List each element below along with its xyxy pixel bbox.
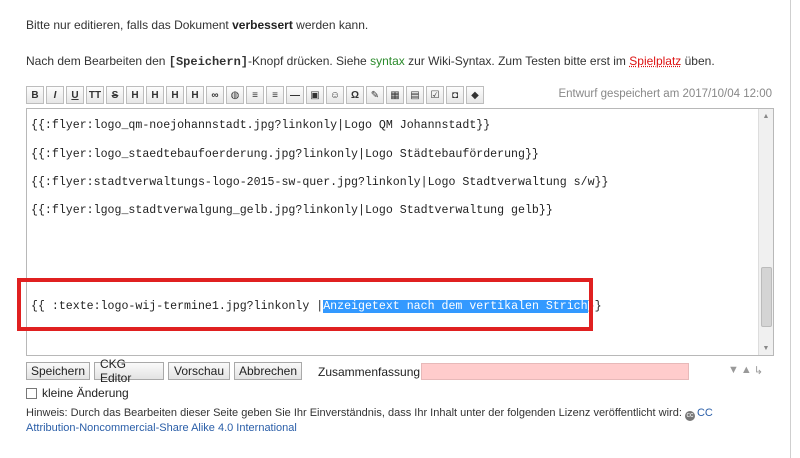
image-button[interactable]: ▣ bbox=[306, 86, 324, 104]
external-link-button[interactable]: ◍ bbox=[226, 86, 244, 104]
save-button[interactable]: Speichern bbox=[26, 362, 90, 380]
heading-higher-button[interactable]: H bbox=[166, 86, 184, 104]
code-line: {{:flyer:logo_qm-noejohannstadt.jpg?link… bbox=[31, 119, 491, 132]
code-line: {{:flyer:logo_staedtebaufoerderung.jpg?l… bbox=[31, 148, 539, 161]
special-chars-button[interactable]: Ω bbox=[346, 86, 364, 104]
code-line: {{:flyer:lgog_stadtverwalgung_gelb.jpg?l… bbox=[31, 204, 553, 217]
link-button[interactable]: ∞ bbox=[206, 86, 224, 104]
minor-change-row: kleine Änderung bbox=[26, 386, 129, 400]
package-button[interactable]: ◘ bbox=[446, 86, 464, 104]
annotation-highlight-box bbox=[17, 278, 593, 331]
license-notice: Hinweis: Durch das Bearbeiten dieser Sei… bbox=[26, 407, 713, 434]
ordered-list-button[interactable]: ≡ bbox=[246, 86, 264, 104]
help-text: Nach dem Bearbeiten den [Speichern]-Knop… bbox=[26, 54, 715, 69]
playground-link[interactable]: Spielplatz bbox=[629, 54, 681, 68]
syntax-link[interactable]: syntax bbox=[370, 54, 405, 68]
monospace-button[interactable]: TT bbox=[86, 86, 104, 104]
table-button[interactable]: ▦ bbox=[386, 86, 404, 104]
italic-button[interactable]: I bbox=[46, 86, 64, 104]
cancel-button[interactable]: Abbrechen bbox=[234, 362, 302, 380]
cc-license-icon: cc bbox=[684, 411, 695, 421]
minor-change-checkbox[interactable] bbox=[26, 387, 37, 399]
underline-button[interactable]: U bbox=[66, 86, 84, 104]
resize-arrows[interactable]: ▼ ▲ ↳ bbox=[728, 364, 763, 377]
note-button[interactable]: ▤ bbox=[406, 86, 424, 104]
heading-same-button[interactable]: H bbox=[126, 86, 144, 104]
minor-change-label[interactable]: kleine Änderung bbox=[42, 386, 129, 400]
unordered-list-button[interactable]: ≡ bbox=[266, 86, 284, 104]
heading-menu-button[interactable]: H bbox=[186, 86, 204, 104]
plugin-button[interactable]: ◆ bbox=[466, 86, 484, 104]
save-key-hint: [Speichern] bbox=[168, 55, 248, 69]
heading-lower-button[interactable]: H bbox=[146, 86, 164, 104]
smiley-button[interactable]: ☺ bbox=[326, 86, 344, 104]
code-line: {{:flyer:stadtverwaltungs-logo-2015-sw-q… bbox=[31, 176, 609, 189]
checkbox-button[interactable]: ☑ bbox=[426, 86, 444, 104]
editor-scrollbar[interactable]: ▲ ▼ bbox=[758, 109, 773, 355]
page: Bitte nur editieren, falls das Dokument … bbox=[0, 0, 791, 458]
intro-bold: verbessert bbox=[232, 18, 293, 32]
bold-button[interactable]: B bbox=[26, 86, 44, 104]
summary-label: Zusammenfassung bbox=[318, 365, 421, 379]
scroll-thumb[interactable] bbox=[761, 267, 772, 327]
draft-status: Entwurf gespeichert am 2017/10/04 12:00 bbox=[558, 88, 772, 100]
summary-input[interactable] bbox=[421, 363, 689, 380]
preview-button[interactable]: Vorschau bbox=[168, 362, 230, 380]
arrow-up-icon[interactable]: ▲ bbox=[741, 364, 752, 377]
horizontal-rule-button[interactable]: — bbox=[286, 86, 304, 104]
scroll-down-icon[interactable]: ▼ bbox=[759, 341, 773, 355]
intro-text: Bitte nur editieren, falls das Dokument … bbox=[26, 18, 369, 32]
wrap-toggle-icon[interactable]: ↳ bbox=[754, 364, 763, 377]
editor-toolbar: B I U TT S H H H H ∞ ◍ ≡ ≡ — ▣ ☺ Ω ✎ ▦ ▤ ☑ ◘ ◆ bbox=[26, 86, 484, 106]
signature-button[interactable]: ✎ bbox=[366, 86, 384, 104]
ckg-editor-button[interactable]: CKG Editor bbox=[94, 357, 164, 385]
scroll-up-icon[interactable]: ▲ bbox=[759, 109, 773, 123]
strikethrough-button[interactable]: S bbox=[106, 86, 124, 104]
arrow-down-icon[interactable]: ▼ bbox=[728, 364, 739, 377]
